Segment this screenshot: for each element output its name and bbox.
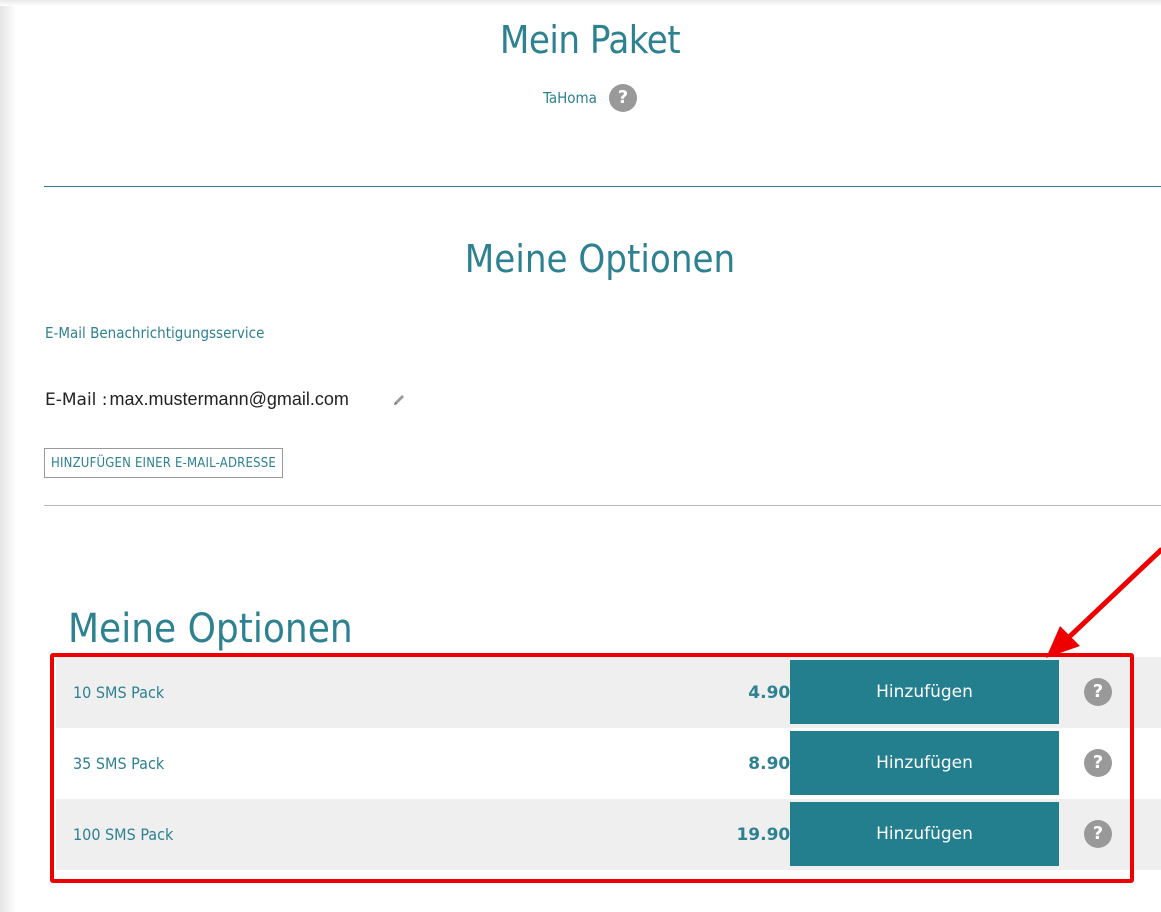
add-email-button[interactable]: HINZUFÜGEN EINER E-MAIL-ADRESSE [44,448,283,478]
question-circle-icon[interactable]: ? [1084,678,1112,706]
arrow-icon [1046,547,1161,658]
email-label: E-Mail : [45,389,108,410]
package-help-icon[interactable]: ? [608,84,637,112]
option-price: 19.90 € [736,824,808,845]
section-divider-gray [44,505,1161,506]
package-title: Mein Paket [499,18,681,62]
package-subtitle-row: TaHoma ? [480,84,700,112]
add-option-button[interactable]: Hinzufügen [790,660,1059,724]
option-name: 100 SMS Pack [73,825,174,844]
email-value: max.mustermann@gmail.com [109,389,349,409]
question-circle-icon[interactable]: ? [1084,749,1112,777]
add-option-button[interactable]: Hinzufügen [790,731,1059,795]
add-option-button[interactable]: Hinzufügen [790,802,1059,866]
option-price: 8.90 € [748,753,808,774]
option-row: 100 SMS Pack 19.90 € Hinzufügen ? [56,799,1161,870]
section-divider [44,186,1161,187]
package-name: TaHoma [543,89,597,107]
option-row: 10 SMS Pack 4.90 € Hinzufügen ? [56,657,1161,728]
email-service-label: E-Mail Benachrichtigungsservice [45,324,265,342]
pencil-icon[interactable] [391,392,407,408]
email-row: E-Mail : max.mustermann@gmail.com [45,389,407,410]
question-circle-icon[interactable]: ? [1084,820,1112,848]
left-shadow [0,0,16,912]
option-name: 10 SMS Pack [73,683,165,702]
option-name: 35 SMS Pack [73,754,165,773]
option-row: 35 SMS Pack 8.90 € Hinzufügen ? [56,728,1161,799]
options-section-title: Meine Optionen [68,606,353,652]
option-price: 4.90 € [748,682,808,703]
page: Mein Paket TaHoma ? Meine Optionen E-Mai… [0,0,1161,912]
options-table: 10 SMS Pack 4.90 € Hinzufügen ? 35 SMS P… [56,657,1161,870]
email-section-title: Meine Optionen [464,237,736,281]
top-shadow [0,0,1161,6]
